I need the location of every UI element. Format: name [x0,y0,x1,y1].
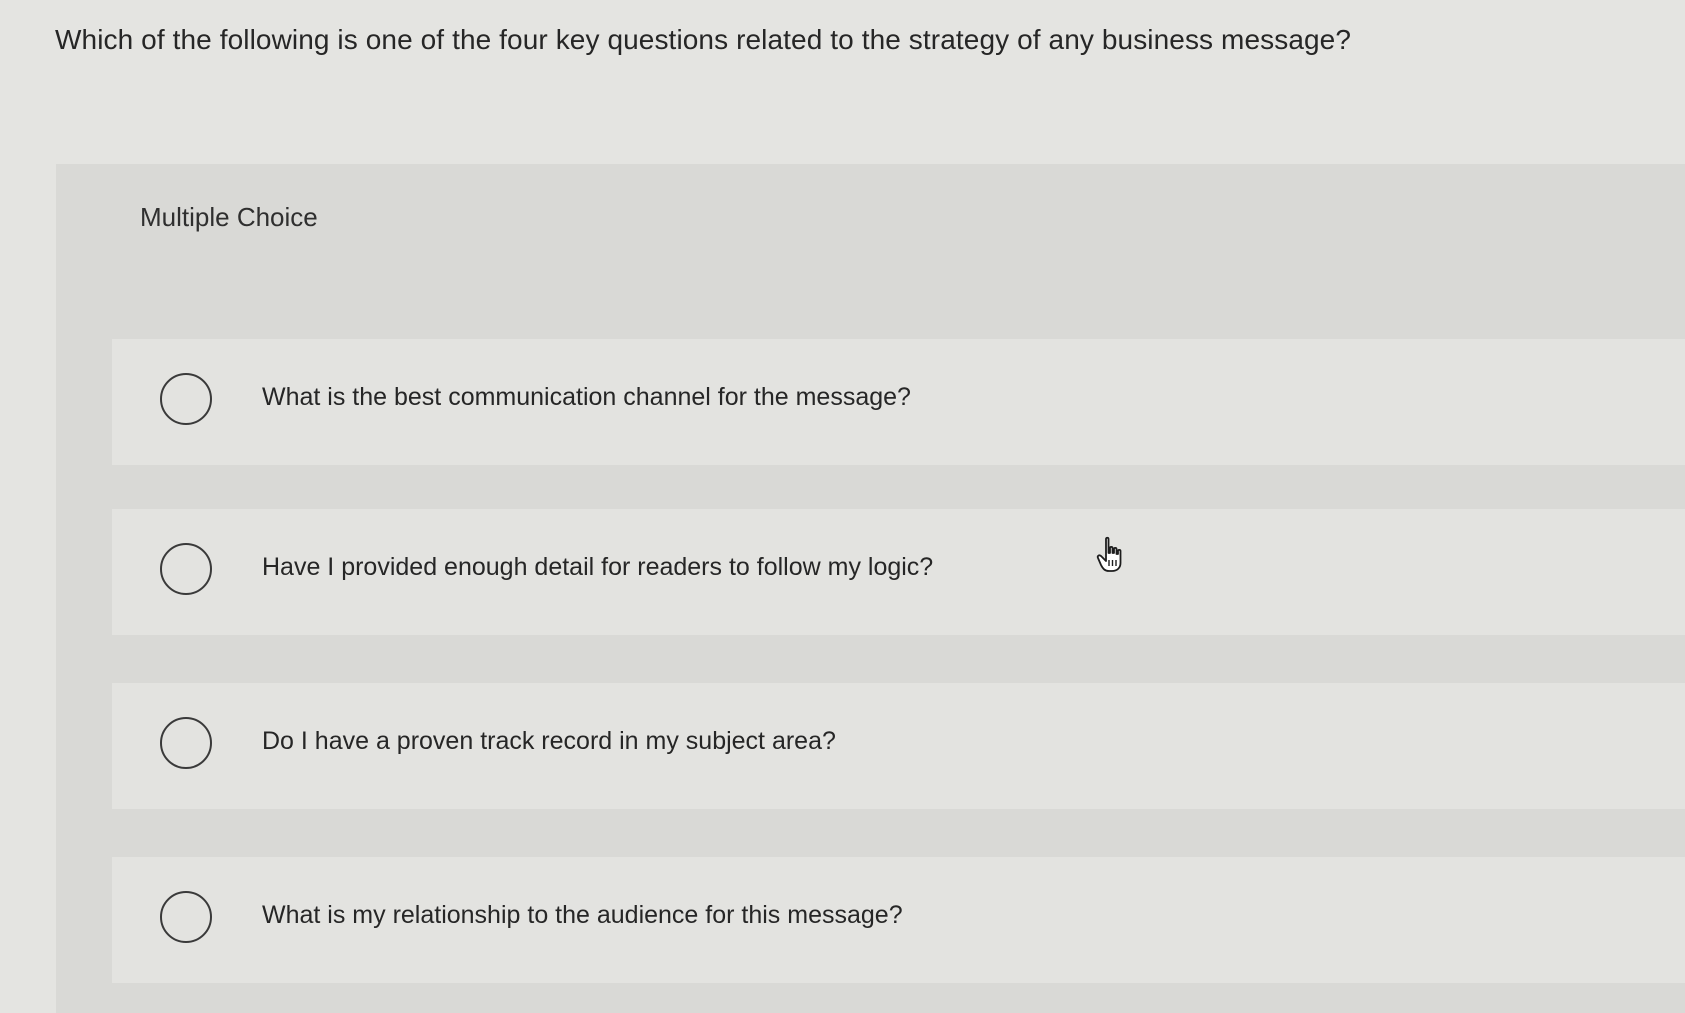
answer-option-3-text: Do I have a proven track record in my su… [262,727,836,755]
panel-header: Multiple Choice [56,164,1685,284]
answer-option-1-text: What is the best communication channel f… [262,383,911,411]
answer-option-4[interactable]: What is my relationship to the audience … [112,857,1685,983]
answer-option-1[interactable]: What is the best communication channel f… [112,339,1685,465]
radio-button-3[interactable] [160,717,212,769]
answer-option-4-text: What is my relationship to the audience … [262,901,903,929]
multiple-choice-panel: Multiple Choice What is the best communi… [56,164,1685,1013]
answer-option-2[interactable]: Have I provided enough detail for reader… [112,509,1685,635]
multiple-choice-label: Multiple Choice [140,202,318,232]
radio-button-1[interactable] [160,373,212,425]
radio-button-4[interactable] [160,891,212,943]
answer-option-2-text: Have I provided enough detail for reader… [262,553,934,581]
hand-pointer-icon [1096,536,1130,574]
radio-button-2[interactable] [160,543,212,595]
answer-option-3[interactable]: Do I have a proven track record in my su… [112,683,1685,809]
question-text: Which of the following is one of the fou… [55,24,1352,55]
